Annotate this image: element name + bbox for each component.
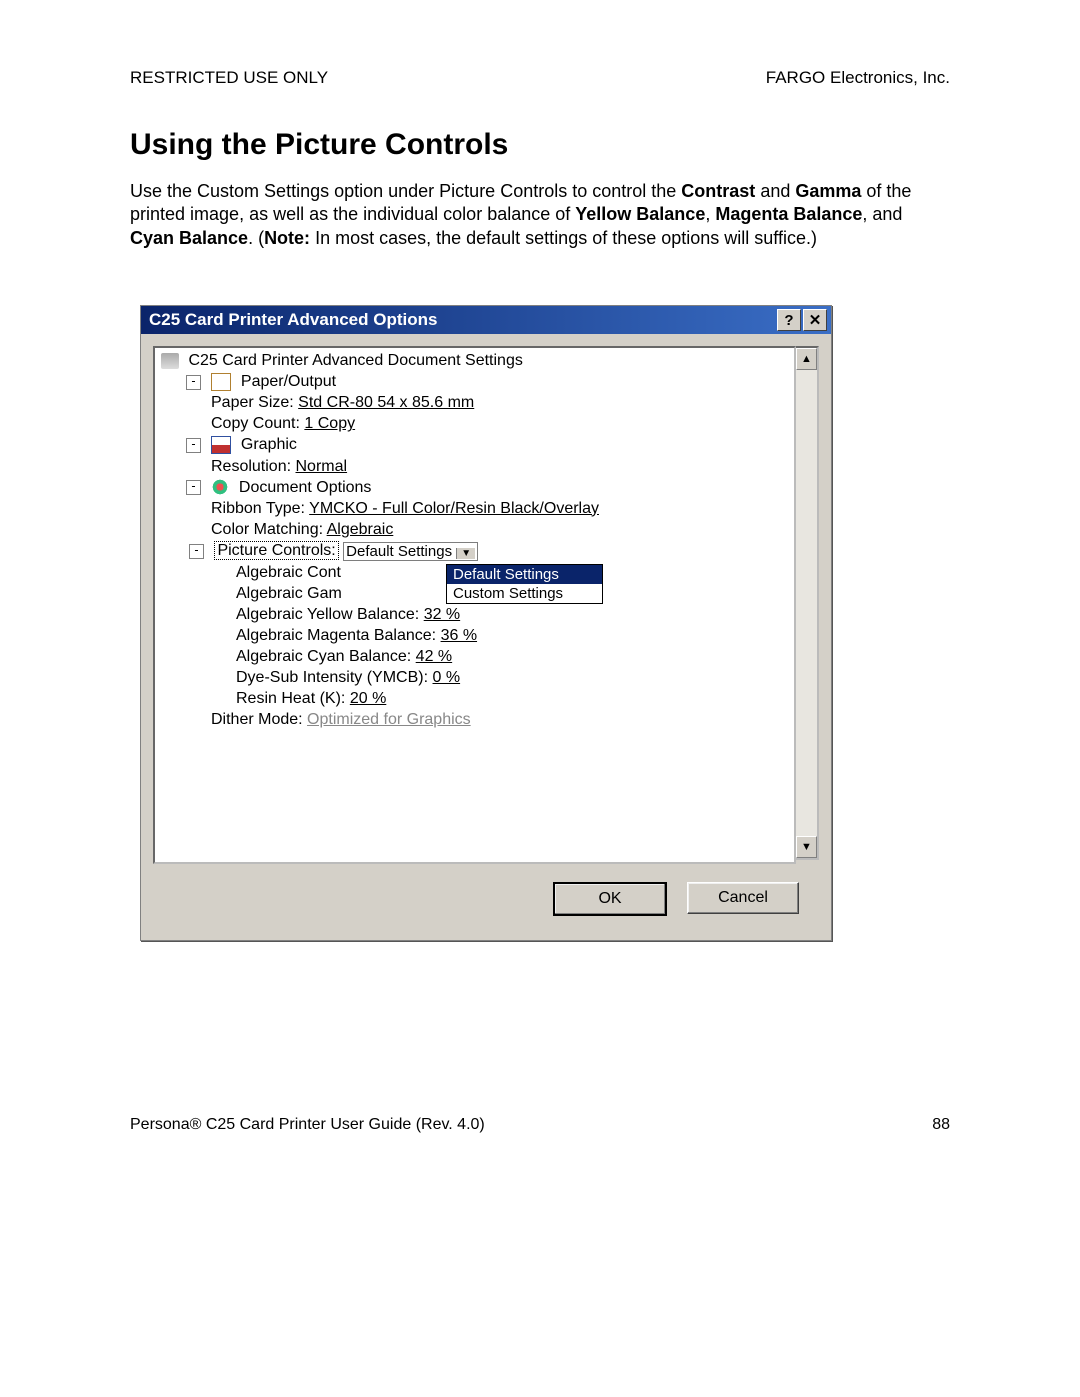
titlebar[interactable]: C25 Card Printer Advanced Options ? ✕ (141, 306, 831, 334)
cancel-button[interactable]: Cancel (687, 882, 799, 914)
tree-item-dither-mode[interactable]: Dither Mode: Optimized for Graphics (211, 711, 794, 729)
header-left: RESTRICTED USE ONLY (130, 68, 328, 88)
tree-root[interactable]: C25 Card Printer Advanced Document Setti… (161, 352, 523, 370)
document-options-icon (211, 479, 229, 495)
dialog-window: C25 Card Printer Advanced Options ? ✕ C2… (140, 305, 832, 941)
tree-item-copy-count[interactable]: Copy Count: 1 Copy (211, 415, 794, 433)
page-number: 88 (932, 1116, 950, 1134)
scroll-up-button[interactable]: ▲ (796, 348, 817, 370)
tree-item-ribbon-type[interactable]: Ribbon Type: YMCKO - Full Color/Resin Bl… (211, 500, 794, 518)
picture-controls-dropdown[interactable]: Default Settings ▼ (343, 542, 478, 561)
chevron-down-icon: ▼ (456, 548, 475, 559)
vertical-scrollbar[interactable]: ▲ ▼ (796, 346, 819, 860)
section-title: Using the Picture Controls (130, 128, 950, 162)
tree-node-graphic[interactable]: Graphic (241, 437, 297, 454)
header-right: FARGO Electronics, Inc. (766, 68, 950, 88)
close-icon: ✕ (809, 311, 822, 329)
scroll-track[interactable] (796, 370, 817, 836)
paper-icon (211, 373, 231, 391)
dialog-title: C25 Card Printer Advanced Options (149, 310, 775, 330)
graphic-icon (211, 436, 231, 454)
tree-item-yellow-balance[interactable]: Algebraic Yellow Balance: 32 % (236, 606, 794, 624)
tree-item-algebraic-contrast[interactable]: Algebraic Cont (236, 564, 794, 582)
tree-node-paper[interactable]: Paper/Output (241, 373, 336, 390)
help-button[interactable]: ? (777, 309, 801, 331)
tree-item-picture-controls[interactable]: Picture Controls: (214, 541, 338, 560)
tree-item-resin-heat[interactable]: Resin Heat (K): 20 % (236, 690, 794, 708)
tree-item-algebraic-gamma[interactable]: Algebraic Gam (236, 585, 794, 603)
collapse-icon[interactable]: - (186, 480, 201, 495)
collapse-icon[interactable]: - (189, 544, 204, 559)
printer-icon (161, 353, 179, 369)
tree-item-resolution[interactable]: Resolution: Normal (211, 458, 794, 476)
close-button[interactable]: ✕ (803, 309, 827, 331)
footer-left: Persona® C25 Card Printer User Guide (Re… (130, 1116, 485, 1134)
tree-view[interactable]: C25 Card Printer Advanced Document Setti… (153, 346, 796, 864)
collapse-icon[interactable]: - (186, 438, 201, 453)
tree-item-cyan-balance[interactable]: Algebraic Cyan Balance: 42 % (236, 648, 794, 666)
tree-item-paper-size[interactable]: Paper Size: Std CR-80 54 x 85.6 mm (211, 394, 794, 412)
scroll-down-button[interactable]: ▼ (796, 836, 817, 858)
collapse-icon[interactable]: - (186, 375, 201, 390)
paragraph: Use the Custom Settings option under Pic… (130, 180, 950, 250)
tree-item-color-matching[interactable]: Color Matching: Algebraic (211, 521, 794, 539)
tree-node-document-options[interactable]: Document Options (239, 479, 372, 496)
ok-button[interactable]: OK (553, 882, 667, 916)
tree-item-dyesub-intensity[interactable]: Dye-Sub Intensity (YMCB): 0 % (236, 669, 794, 687)
tree-item-magenta-balance[interactable]: Algebraic Magenta Balance: 36 % (236, 627, 794, 645)
